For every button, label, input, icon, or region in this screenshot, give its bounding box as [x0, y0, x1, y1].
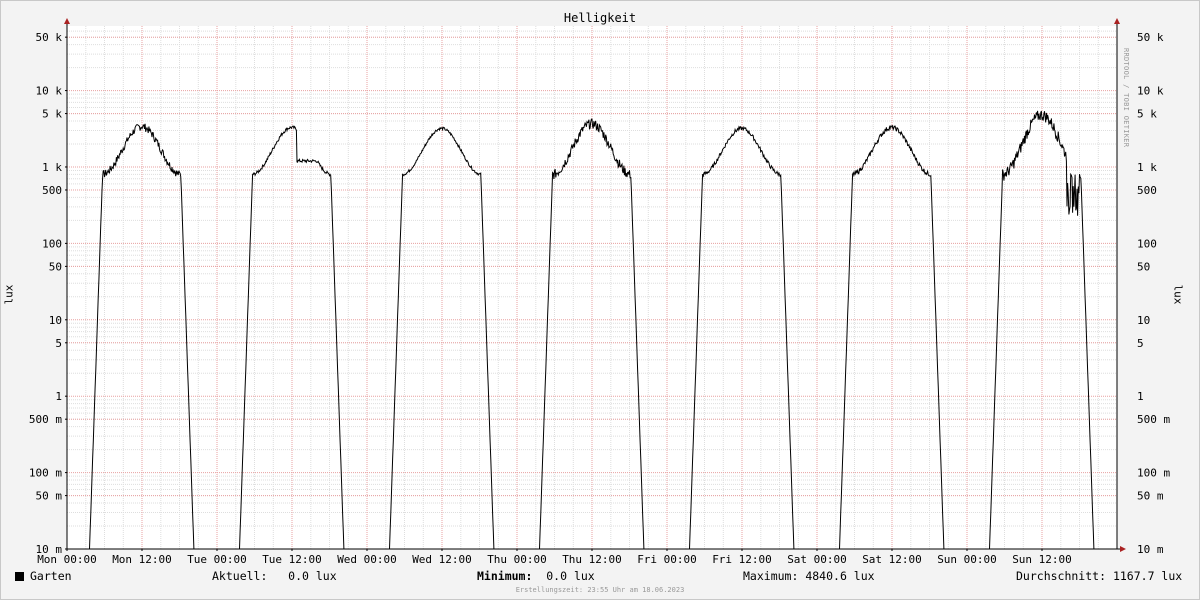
legend-avg-value: 1167.7 lux	[1112, 569, 1183, 583]
y-tick-label-right: 50 m	[1137, 490, 1164, 503]
y-tick-label-left: 50 k	[36, 31, 63, 44]
x-tick-label: Thu 00:00	[487, 553, 547, 566]
y-tick-label-right: 50 k	[1137, 31, 1164, 44]
x-tick-label: Sat 00:00	[787, 553, 847, 566]
legend-max-value: 4840.6 lux	[805, 569, 875, 583]
legend-minimum: Minimum: 0.0 lux	[477, 569, 595, 583]
y-tick-label-right: 500	[1137, 184, 1157, 197]
x-tick-label: Tue 12:00	[262, 553, 322, 566]
x-tick-label: Thu 12:00	[562, 553, 622, 566]
y-tick-label-left: 500 m	[29, 413, 62, 426]
y-tick-label-right: 50	[1137, 260, 1150, 273]
x-tick-label: Fri 00:00	[637, 553, 697, 566]
legend-current-value: 0.0 lux	[288, 569, 337, 583]
y-tick-label-left: 10	[49, 314, 62, 327]
legend-maximum: Maximum: 4840.6 lux	[743, 569, 875, 583]
legend-current-label: Aktuell:	[212, 569, 268, 583]
generation-timestamp: Erstellungszeit: 23:55 Uhr am 18.06.2023	[515, 586, 685, 594]
x-tick-label: Mon 00:00	[37, 553, 97, 566]
x-tick-label: Mon 12:00	[112, 553, 172, 566]
y-tick-label-right: 5 k	[1137, 108, 1157, 121]
y-tick-label-left: 500	[42, 184, 62, 197]
rrdtool-watermark: RRDTOOL / TOBI OETIKER	[1122, 48, 1130, 148]
legend-swatch	[15, 572, 24, 581]
legend-average: Durchschnitt: 1167.7 lux	[1016, 569, 1182, 583]
legend-min-label: Minimum:	[477, 569, 533, 583]
x-tick-label: Wed 12:00	[412, 553, 472, 566]
y-tick-label-left: 1	[55, 390, 62, 403]
y-tick-label-right: 1 k	[1137, 161, 1157, 174]
y-tick-label-left: 5 k	[42, 108, 62, 121]
y-tick-label-left: 10 k	[36, 85, 63, 98]
chart-title: Helligkeit	[563, 11, 637, 25]
legend-max-label: Maximum:	[743, 569, 799, 583]
chart-svg: 10 m 10 m50 m 50 m100 m 100 m500 m 500 m1 15 5…	[29, 18, 1170, 566]
y-tick-label-left: 1 k	[42, 161, 62, 174]
legend-series-name: Garten	[30, 569, 72, 583]
x-tick-label: Sat 12:00	[862, 553, 922, 566]
y-tick-label-left: 100 m	[29, 467, 62, 480]
y-tick-label-left: 5	[55, 337, 62, 350]
x-tick-label: Tue 00:00	[187, 553, 247, 566]
y-axis-label-left: lux	[2, 284, 16, 305]
y-tick-label-left: 50 m	[36, 490, 63, 503]
y-tick-label-right: 10 m	[1137, 543, 1164, 556]
x-tick-label: Sun 00:00	[937, 553, 997, 566]
legend-min-value: 0.0 lux	[546, 569, 595, 583]
x-tick-label: Sun 12:00	[1012, 553, 1072, 566]
x-tick-label: Fri 12:00	[712, 553, 772, 566]
y-tick-label-left: 100	[42, 237, 62, 250]
y-axis-label-right: lux	[1171, 284, 1185, 305]
y-tick-label-right: 1	[1137, 390, 1144, 403]
legend-avg-label: Durchschnitt:	[1016, 569, 1107, 583]
x-tick-label: Wed 00:00	[337, 553, 397, 566]
y-tick-label-right: 10 k	[1137, 85, 1164, 98]
legend-current: Aktuell: 0.0 lux	[212, 569, 337, 583]
y-tick-label-right: 100 m	[1137, 467, 1170, 480]
y-tick-label-left: 50	[49, 260, 62, 273]
legend-series: Garten	[15, 569, 72, 583]
y-tick-label-right: 10	[1137, 314, 1150, 327]
y-tick-label-right: 5	[1137, 337, 1144, 350]
y-tick-label-right: 100	[1137, 237, 1157, 250]
y-tick-label-right: 500 m	[1137, 413, 1170, 426]
x-axis-arrow	[1120, 546, 1126, 552]
